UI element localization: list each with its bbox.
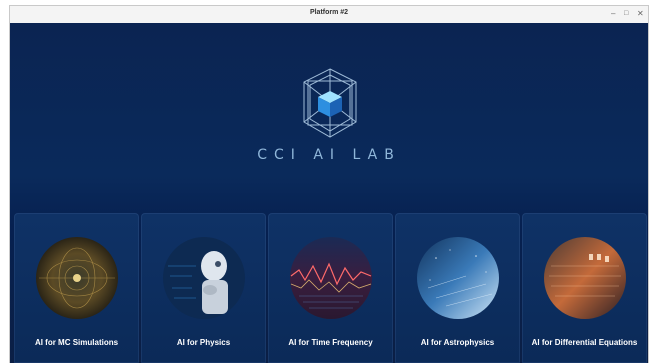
card-mc-simulations[interactable]: AI for MC Simulations (14, 213, 139, 363)
window-title: Platform #2 (309, 9, 349, 16)
mc-simulation-image (36, 237, 118, 319)
card-differential-equations[interactable]: AI for Differential Equations (522, 213, 647, 363)
cube-logo-icon (303, 68, 357, 138)
card-row: AI for MC Simulations AI for Physics AI … (14, 213, 648, 363)
card-label: AI for Astrophysics (420, 338, 495, 347)
card-astrophysics[interactable]: AI for Astrophysics (395, 213, 520, 363)
maximize-icon[interactable]: □ (624, 8, 628, 20)
lab-title: CCI AI LAB (257, 147, 401, 163)
card-label: AI for Time Frequency (288, 338, 373, 347)
differential-equations-image (544, 237, 626, 319)
card-time-frequency[interactable]: AI for Time Frequency (268, 213, 393, 363)
main-content: CCI AI LAB AI for MC Simulations AI for … (10, 23, 648, 363)
card-label: AI for MC Simulations (34, 338, 119, 347)
physics-robot-image (163, 237, 245, 319)
time-frequency-image (290, 237, 372, 319)
card-physics[interactable]: AI for Physics (141, 213, 266, 363)
app-window: Platform #2 – □ ✕ CCI AI LAB AI for MC S… (10, 6, 648, 363)
astrophysics-image (417, 237, 499, 319)
card-label: AI for Physics (176, 338, 231, 347)
close-icon[interactable]: ✕ (637, 8, 644, 20)
minimize-icon[interactable]: – (611, 8, 615, 20)
card-label: AI for Differential Equations (531, 338, 638, 347)
title-bar[interactable]: Platform #2 – □ ✕ (10, 6, 648, 24)
